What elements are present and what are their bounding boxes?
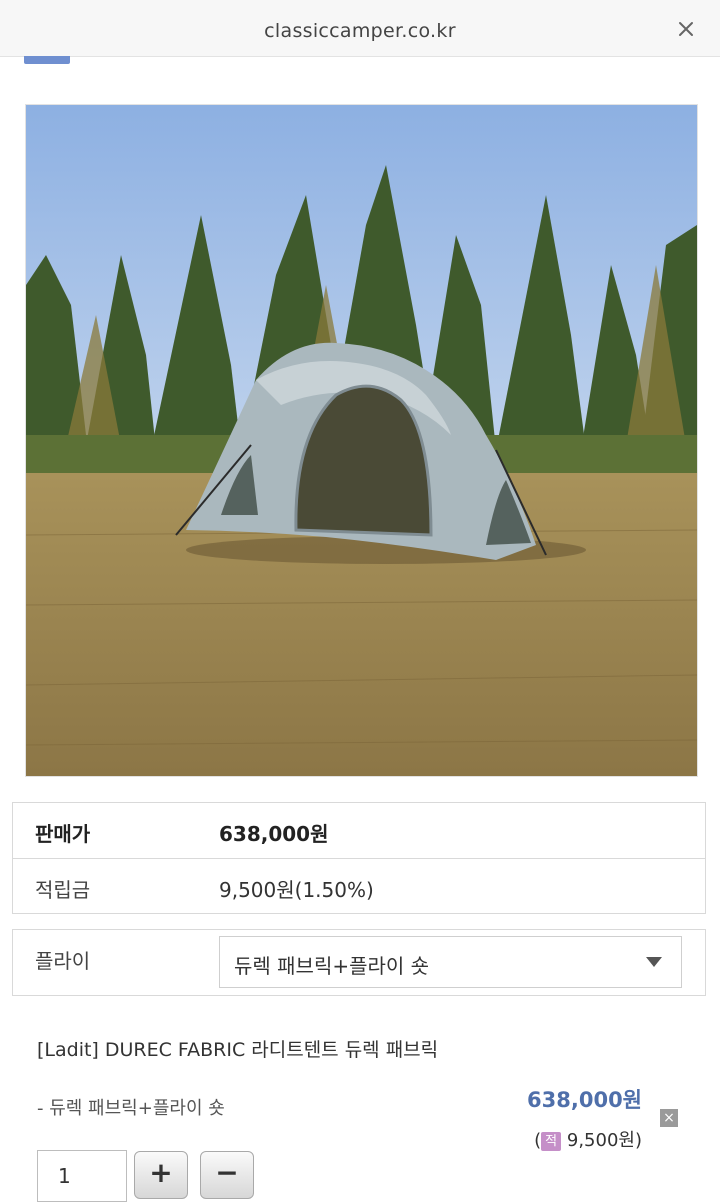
close-icon[interactable] bbox=[678, 21, 694, 37]
points-row: 적립금 9,500원(1.50%) bbox=[13, 859, 705, 914]
browser-topbar: classiccamper.co.kr bbox=[0, 0, 720, 57]
selected-item: [Ladit] DUREC FABRIC 라디트텐트 듀렉 패브릭 - 듀렉 패… bbox=[0, 1020, 720, 1202]
selected-item-points: (적 9,500원) bbox=[534, 1126, 642, 1152]
product-info-table: 판매가 638,000원 적립금 9,500원(1.50%) bbox=[12, 802, 706, 914]
price-row: 판매가 638,000원 bbox=[13, 803, 705, 859]
points-label: 적립금 bbox=[35, 878, 91, 902]
points-close-paren: ) bbox=[634, 1130, 642, 1151]
selected-item-price: 638,000원 bbox=[527, 1088, 642, 1112]
selected-item-points-value: 9,500원 bbox=[566, 1130, 635, 1151]
selected-item-name: [Ladit] DUREC FABRIC 라디트텐트 듀렉 패브릭 bbox=[37, 1039, 439, 1061]
selected-item-option: - 듀렉 패브릭+플라이 숏 bbox=[37, 1098, 225, 1119]
option-selected-value: 듀렉 패브릭+플라이 숏 bbox=[234, 954, 430, 978]
points-value: 9,500원(1.50%) bbox=[219, 878, 374, 902]
quantity-minus-button[interactable]: − bbox=[200, 1151, 254, 1199]
quantity-plus-button[interactable]: + bbox=[134, 1151, 188, 1199]
price-label: 판매가 bbox=[35, 822, 91, 846]
quantity-input[interactable]: 1 bbox=[37, 1150, 127, 1202]
badge-strip bbox=[24, 56, 70, 64]
url-text[interactable]: classiccamper.co.kr bbox=[0, 20, 720, 42]
points-icon: 적 bbox=[541, 1132, 562, 1151]
option-label: 플라이 bbox=[35, 949, 91, 973]
option-row: 플라이 듀렉 패브릭+플라이 숏 bbox=[12, 929, 706, 996]
remove-item-button[interactable]: × bbox=[660, 1109, 678, 1127]
points-open-paren: ( bbox=[534, 1130, 542, 1151]
product-image bbox=[25, 104, 698, 777]
price-value: 638,000원 bbox=[219, 822, 329, 846]
chevron-down-icon bbox=[646, 957, 662, 967]
fly-option-select[interactable]: 듀렉 패브릭+플라이 숏 bbox=[219, 936, 682, 988]
